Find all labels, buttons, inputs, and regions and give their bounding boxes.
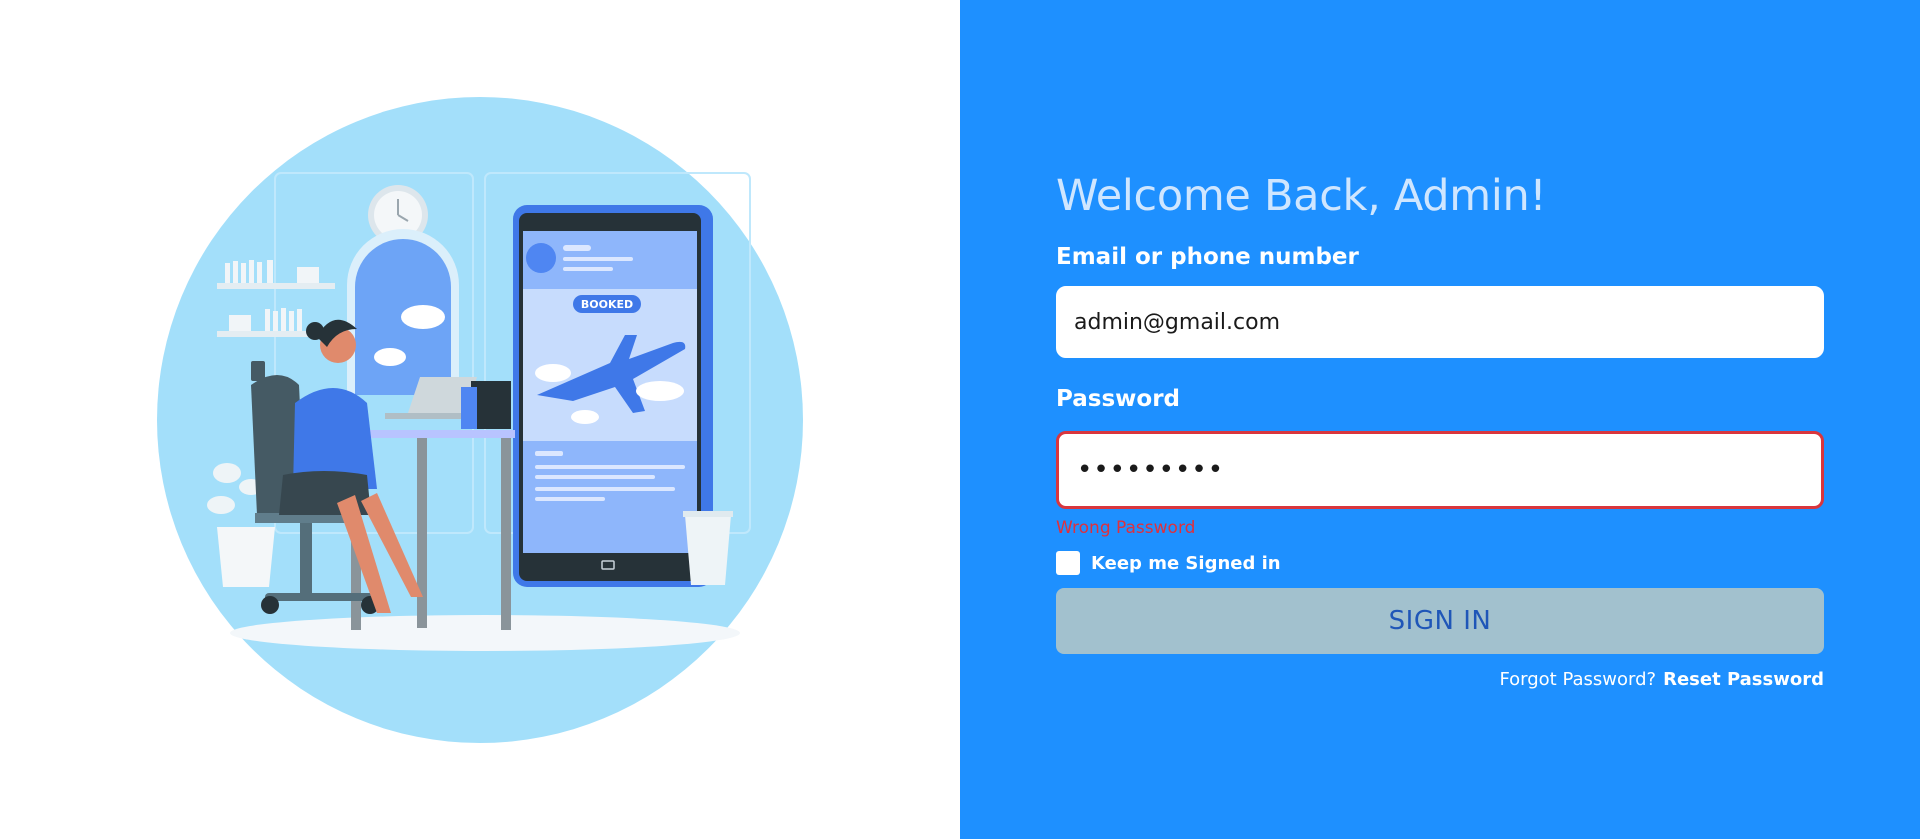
email-field[interactable]	[1056, 286, 1824, 358]
page-title: Welcome Back, Admin!	[1056, 171, 1547, 221]
email-label: Email or phone number	[1056, 244, 1359, 270]
phone-mockup-icon: BOOKED	[513, 205, 713, 587]
travel-booking-illustration: BOOKED	[157, 97, 803, 743]
remember-me-row: Keep me Signed in	[1056, 551, 1824, 575]
password-field[interactable]	[1056, 431, 1824, 509]
illustration-pane: BOOKED	[0, 0, 960, 839]
forgot-password-text: Forgot Password?	[1499, 669, 1657, 690]
sign-in-button[interactable]: SIGN IN	[1056, 588, 1824, 654]
password-label: Password	[1056, 386, 1180, 412]
error-message: Wrong Password	[1056, 518, 1196, 538]
booked-badge: BOOKED	[581, 298, 633, 311]
reset-password-link[interactable]: Reset Password	[1663, 669, 1824, 690]
login-panel: Welcome Back, Admin! Email or phone numb…	[960, 0, 1920, 839]
trash-bin-icon	[683, 511, 733, 585]
window-icon	[347, 229, 459, 395]
login-form: Welcome Back, Admin! Email or phone numb…	[1056, 168, 1824, 690]
remember-me-label[interactable]: Keep me Signed in	[1091, 553, 1281, 574]
forgot-password-row: Forgot Password? Reset Password	[1056, 669, 1824, 690]
remember-me-checkbox[interactable]	[1056, 551, 1080, 575]
